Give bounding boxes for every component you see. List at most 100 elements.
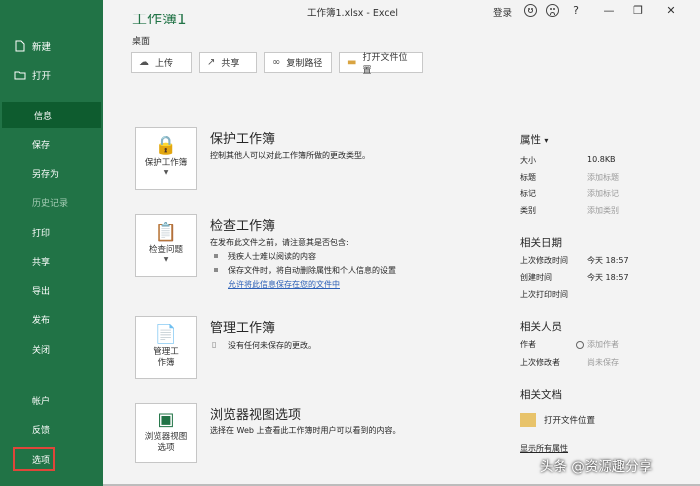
button-label: 共享 — [221, 59, 240, 69]
prop-key: 类别 — [520, 206, 536, 215]
sidebar-item-feedback[interactable]: 反馈 — [0, 416, 103, 442]
folder-icon: ▬ — [347, 57, 357, 68]
sidebar-item-label: 打开 — [32, 71, 52, 82]
sidebar-item-info[interactable]: 信息 — [2, 102, 101, 128]
protect-desc: 控制其他人可以对此工作簿所做的更改类型。 — [210, 151, 370, 160]
minimize-icon[interactable]: — — [601, 3, 617, 19]
sidebar-item-label: 另存为 — [32, 169, 60, 180]
upload-button[interactable]: ☁ 上传 — [131, 52, 192, 73]
button-label: 选项 — [157, 443, 175, 453]
prop-value: 今天 18:57 — [587, 256, 629, 265]
related-people-heading: 相关人员 — [520, 321, 562, 333]
sidebar-item-label: 反馈 — [32, 425, 51, 436]
open-file-location-link[interactable]: 打开文件位置 — [520, 410, 595, 430]
manage-document-icon: 📄 — [154, 324, 178, 345]
sidebar-item-save[interactable]: 保存 — [0, 131, 103, 157]
prop-value[interactable]: 添加类别 — [587, 205, 619, 216]
sign-in-link[interactable]: 登录 — [493, 5, 512, 19]
window-title: 工作簿1.xlsx - Excel — [307, 8, 399, 19]
prop-key: 上次打印时间 — [520, 290, 568, 299]
browser-view-desc: 选择在 Web 上查看此工作簿时用户可以看到的内容。 — [210, 426, 401, 435]
excel-web-icon: ▣ — [157, 409, 175, 430]
copy-path-button[interactable]: ∞ 复制路径 — [264, 52, 332, 73]
chevron-down-icon: ▼ — [163, 256, 169, 263]
sidebar-item-label: 发布 — [32, 315, 51, 326]
sidebar-item-label: 历史记录 — [32, 198, 69, 209]
sidebar-item-label: 信息 — [34, 111, 53, 122]
button-label: 保护工作簿 — [144, 158, 188, 168]
help-icon[interactable]: ? — [568, 3, 584, 19]
page-title: 工作簿1 — [132, 14, 187, 24]
sidebar-item-label: 关闭 — [32, 345, 51, 356]
chevron-down-icon: ▾ — [544, 136, 549, 145]
button-label: 复制路径 — [286, 59, 323, 69]
open-folder-icon — [14, 71, 26, 80]
link-icon: ∞ — [272, 57, 281, 68]
sidebar-item-open[interactable]: 打开 — [0, 63, 103, 87]
file-location: 桌面 — [132, 37, 151, 47]
inspect-title: 检查工作簿 — [210, 219, 276, 234]
sidebar-item-new[interactable]: 新建 — [0, 34, 103, 58]
prop-key: 上次修改时间 — [520, 256, 568, 265]
show-all-properties-link[interactable]: 显示所有属性 — [520, 443, 568, 454]
sidebar-item-label: 帐户 — [32, 396, 51, 407]
sidebar-item-label: 选项 — [32, 455, 51, 466]
cloud-upload-icon: ☁ — [139, 57, 149, 68]
title-bar: 工作簿1.xlsx - Excel 登录 ? — ❐ ✕ — [103, 0, 700, 24]
list-item: 保存文件时，将自动删除属性和个人信息的设置 — [214, 265, 396, 276]
chevron-down-icon: ▼ — [163, 169, 169, 176]
sidebar-item-label: 保存 — [32, 140, 51, 151]
button-label: 检查问题 — [148, 245, 183, 255]
button-label: 管理工 — [153, 347, 179, 357]
sidebar-item-label: 新建 — [32, 42, 52, 53]
frown-icon[interactable] — [546, 4, 559, 17]
smiley-icon[interactable] — [524, 4, 537, 17]
restore-icon[interactable]: ❐ — [630, 3, 646, 19]
sidebar-item-share[interactable]: 共享 — [0, 248, 103, 274]
sidebar-item-options[interactable]: 选项 — [13, 447, 55, 471]
prop-key: 标记 — [520, 189, 536, 198]
open-file-location-button[interactable]: ▬ 打开文件位置 — [339, 52, 423, 76]
sidebar-item-label: 导出 — [32, 286, 51, 297]
browser-view-title: 浏览器视图选项 — [210, 408, 302, 423]
prop-key: 上次修改者 — [520, 358, 560, 367]
sidebar-item-close[interactable]: 关闭 — [0, 336, 103, 362]
prop-value[interactable]: 添加作者 — [587, 339, 619, 350]
folder-icon — [520, 413, 536, 427]
prop-value[interactable]: 添加标记 — [587, 188, 619, 199]
protect-workbook-button[interactable]: 🔒 保护工作簿 ▼ — [135, 127, 197, 190]
backstage-sidebar: 新建 打开 信息 保存 另存为 历史记录 打印 共享 导出 发布 关闭 帐户 反… — [0, 0, 103, 486]
related-documents-heading: 相关文档 — [520, 389, 562, 401]
sidebar-item-publish[interactable]: 发布 — [0, 306, 103, 332]
prop-value[interactable]: 添加标题 — [587, 172, 619, 183]
button-label: 打开文件位置 — [362, 52, 408, 76]
sidebar-item-account[interactable]: 帐户 — [0, 387, 103, 413]
manage-workbook-button[interactable]: 📄 管理工 作簿 — [135, 316, 197, 379]
prop-key: 创建时间 — [520, 273, 552, 282]
browser-view-options-button[interactable]: ▣ 浏览器视图 选项 — [135, 403, 197, 463]
sidebar-item-label: 共享 — [32, 257, 51, 268]
button-label: 浏览器视图 — [144, 432, 188, 442]
close-icon[interactable]: ✕ — [663, 3, 679, 19]
sidebar-item-history[interactable]: 历史记录 — [0, 189, 103, 215]
check-for-issues-button[interactable]: 📋 检查问题 ▼ — [135, 214, 197, 277]
sidebar-item-label: 打印 — [32, 228, 51, 239]
prop-key: 标题 — [520, 173, 536, 182]
list-item: 残疾人士难以阅读的内容 — [214, 251, 316, 262]
inspect-document-icon: 📋 — [154, 222, 178, 243]
sidebar-item-save-as[interactable]: 另存为 — [0, 160, 103, 186]
share-button[interactable]: ↗ 共享 — [199, 52, 257, 73]
lock-icon: 🔒 — [154, 135, 178, 156]
prop-value: 今天 18:57 — [587, 273, 629, 282]
prop-value: 10.8KB — [587, 155, 616, 164]
allow-save-info-link[interactable]: 允许将此信息保存在您的文件中 — [228, 279, 340, 290]
document-icon: ▯ — [212, 340, 217, 349]
prop-key: 大小 — [520, 156, 536, 165]
properties-heading[interactable]: 属性 ▾ — [520, 132, 548, 147]
protect-title: 保护工作簿 — [210, 132, 276, 147]
sidebar-item-print[interactable]: 打印 — [0, 219, 103, 245]
sidebar-item-export[interactable]: 导出 — [0, 277, 103, 303]
new-file-icon — [15, 40, 25, 52]
button-label: 作簿 — [157, 358, 175, 368]
avatar — [576, 341, 584, 349]
